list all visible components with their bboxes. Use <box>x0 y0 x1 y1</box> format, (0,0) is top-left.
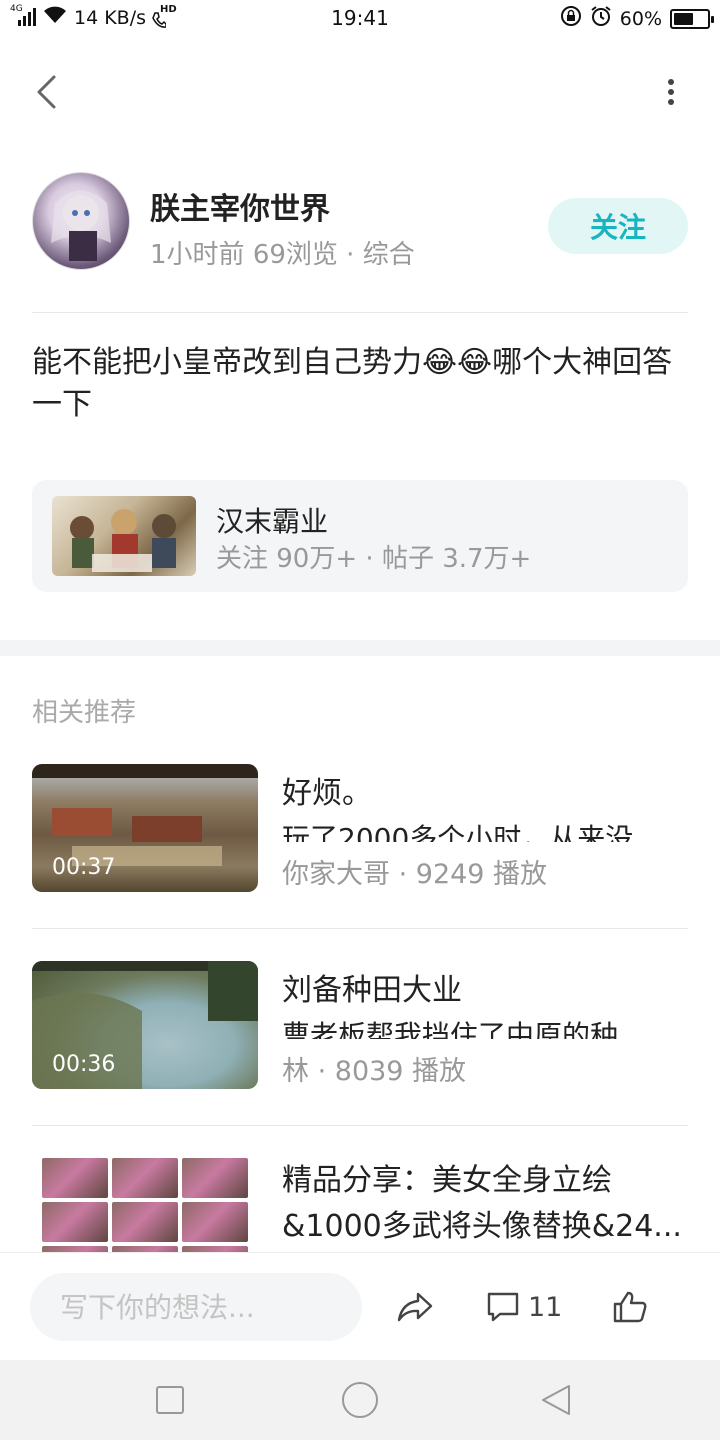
play-count: 8039 播放 <box>334 1056 467 1087</box>
home-icon <box>342 1382 378 1418</box>
related-author: 你家大哥 <box>282 859 390 890</box>
related-meta: 林 · 8039 播放 <box>282 1049 466 1088</box>
recent-apps-button[interactable] <box>150 1380 190 1420</box>
divider <box>32 312 688 313</box>
share-button[interactable] <box>396 1283 434 1331</box>
related-title-text: 刘备种田大业 <box>282 973 462 1008</box>
post-category: 综合 <box>362 240 415 270</box>
lock-rotation-icon <box>560 5 582 32</box>
recent-apps-icon <box>156 1386 184 1414</box>
divider <box>32 1125 688 1126</box>
meta-separator: · <box>346 240 355 270</box>
post-time: 1小时前 <box>150 240 245 270</box>
system-back-button[interactable] <box>536 1380 576 1420</box>
related-title-text: 好烦。 <box>282 776 372 811</box>
video-thumbnail: 00:36 <box>32 961 258 1089</box>
status-bar: 4G 14 KB/s HD 19:41 60% <box>0 0 720 38</box>
like-button[interactable] <box>612 1283 648 1331</box>
divider <box>32 928 688 929</box>
battery-percent: 60% <box>619 7 662 30</box>
grid-image <box>112 1202 178 1242</box>
more-vertical-icon <box>668 79 674 105</box>
grid-image <box>42 1158 108 1198</box>
author-name[interactable]: 朕主宰你世界 <box>150 184 330 228</box>
grid-image <box>182 1202 248 1242</box>
related-subtitle: 曹老板帮我挡住了中原的种 <box>282 1019 619 1039</box>
comment-input[interactable] <box>30 1273 362 1341</box>
comment-count: 11 <box>528 1291 563 1323</box>
grid-image <box>182 1158 248 1198</box>
related-item[interactable]: 00:37 好烦。 玩了2000多个小时，从来没 你家大哥 · 9249 播放 <box>32 764 688 894</box>
alarm-icon <box>590 5 612 32</box>
grid-image <box>42 1202 108 1242</box>
meta-separator: · <box>398 859 416 890</box>
related-subtitle: 玩了2000多个小时，从来没 <box>282 822 634 842</box>
comment-icon <box>487 1292 519 1322</box>
related-item[interactable]: 00:36 刘备种田大业 曹老板帮我挡住了中原的种 林 · 8039 播放 <box>32 961 688 1091</box>
battery-icon <box>670 8 714 29</box>
back-triangle-icon <box>542 1385 570 1415</box>
battery-level <box>674 12 694 25</box>
video-duration: 00:36 <box>52 1052 116 1077</box>
game-name: 汉末霸业 <box>216 505 329 538</box>
avatar-image <box>51 190 111 261</box>
game-followers: 关注 90万+ <box>216 544 358 574</box>
video-duration: 00:37 <box>52 855 116 880</box>
related-meta: 你家大哥 · 9249 播放 <box>282 852 547 891</box>
like-icon <box>613 1291 647 1323</box>
game-stats: 关注 90万+ · 帖子 3.7万+ <box>216 538 531 575</box>
post-content: 能不能把小皇帝改到自己势力😂😂哪个大神回答一下 <box>32 345 673 422</box>
play-count: 9249 播放 <box>415 859 548 890</box>
follow-button[interactable]: 关注 <box>548 198 688 254</box>
stats-separator: · <box>365 544 374 574</box>
post-meta: 1小时前 69浏览 · 综合 <box>150 234 415 271</box>
related-title: 相关推荐 <box>32 698 137 728</box>
top-nav <box>0 56 720 128</box>
bottom-action-bar: 11 <box>0 1252 720 1360</box>
related-title-text: 精品分享：美女全身立绘&1000多武将头像替换&24... <box>282 1163 682 1244</box>
comment-button[interactable]: 11 <box>486 1283 562 1331</box>
game-art <box>70 509 176 572</box>
back-button[interactable] <box>24 70 68 114</box>
grid-image <box>112 1158 178 1198</box>
video-thumbnail: 00:37 <box>32 764 258 892</box>
related-author: 林 <box>282 1056 309 1087</box>
game-card[interactable]: 汉末霸业 关注 90万+ · 帖子 3.7万+ <box>32 480 688 592</box>
status-right: 60% <box>560 5 714 32</box>
system-nav-bar <box>0 1360 720 1440</box>
view-count: 69浏览 <box>252 240 338 270</box>
back-arrow-icon <box>37 75 56 109</box>
section-gap <box>0 640 720 656</box>
author-header: 朕主宰你世界 1小时前 69浏览 · 综合 关注 <box>32 172 688 272</box>
game-posts: 帖子 3.7万+ <box>381 544 532 574</box>
avatar[interactable] <box>32 172 130 270</box>
game-thumbnail <box>52 496 196 576</box>
more-button[interactable] <box>656 70 686 114</box>
share-icon <box>397 1292 433 1322</box>
meta-separator: · <box>317 1056 335 1087</box>
home-button[interactable] <box>340 1380 380 1420</box>
